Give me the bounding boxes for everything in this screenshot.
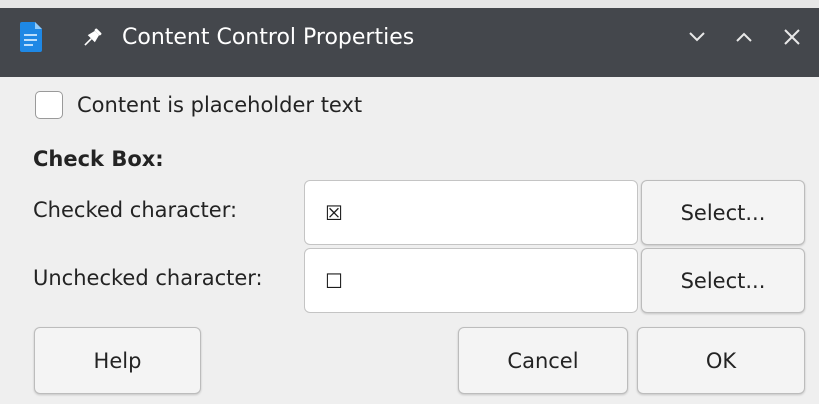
minimize-icon[interactable] [685, 25, 709, 49]
title-bar: Content Control Properties [0, 0, 819, 77]
unchecked-select-button[interactable]: Select... [641, 248, 805, 313]
content-control-properties-dialog: Content Control Properties Content is pl… [0, 0, 819, 404]
placeholder-text-checkbox[interactable] [35, 91, 63, 119]
window-title: Content Control Properties [122, 25, 415, 50]
checked-select-button[interactable]: Select... [641, 180, 805, 245]
unchecked-character-field[interactable]: ☐ [304, 248, 638, 313]
ok-button[interactable]: OK [637, 327, 805, 394]
cancel-button[interactable]: Cancel [458, 327, 628, 394]
unchecked-character-label: Unchecked character: [33, 266, 263, 290]
placeholder-text-label: Content is placeholder text [77, 93, 363, 117]
checked-character-field[interactable]: ☒ [304, 180, 638, 245]
check-box-heading: Check Box: [33, 147, 164, 171]
placeholder-text-option[interactable]: Content is placeholder text [35, 89, 362, 121]
writer-document-icon [20, 22, 42, 52]
checked-character-label: Checked character: [33, 198, 238, 222]
pin-icon[interactable] [80, 26, 104, 50]
maximize-icon[interactable] [732, 25, 756, 49]
help-button[interactable]: Help [34, 327, 201, 394]
close-icon[interactable] [780, 25, 804, 49]
